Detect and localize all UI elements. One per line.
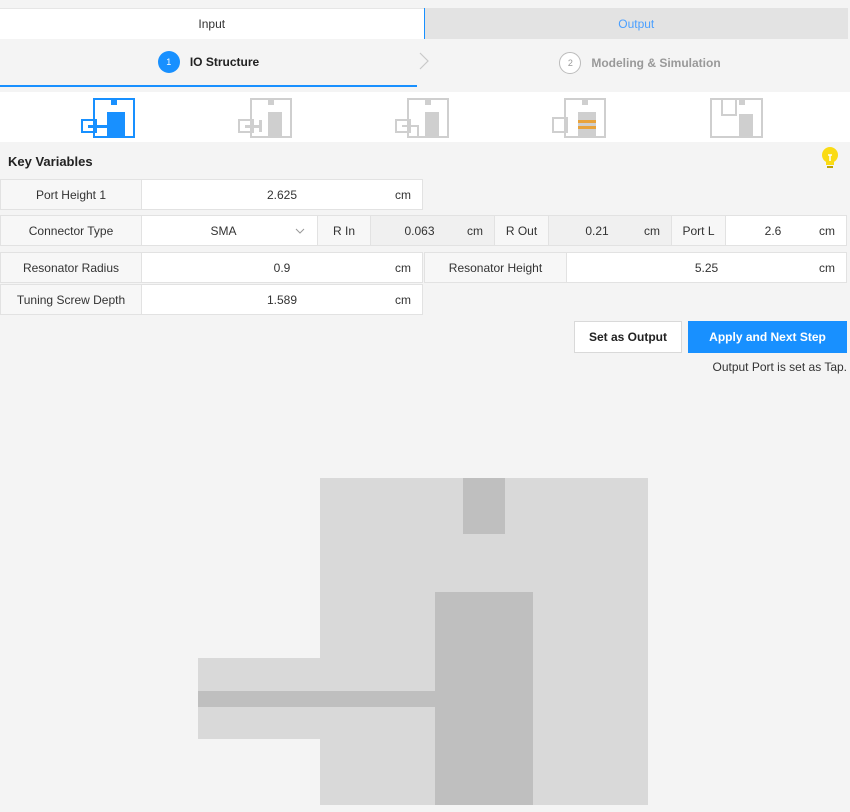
- step-label: IO Structure: [189, 55, 260, 69]
- tab-input[interactable]: Input: [0, 8, 424, 39]
- resonator: [435, 592, 533, 805]
- r-out-field[interactable]: 0.21 cm: [548, 215, 672, 246]
- unit-label: cm: [644, 223, 660, 238]
- r-in-label: R In: [317, 215, 371, 246]
- step-number: 1: [157, 51, 180, 73]
- port-l-value: 2.6: [764, 223, 782, 238]
- unit-label: cm: [819, 223, 835, 238]
- step-modeling-simulation[interactable]: 2 Modeling & Simulation: [430, 39, 850, 87]
- resonator-radius-input[interactable]: 0.9 cm: [141, 252, 423, 283]
- r-out-label: R Out: [494, 215, 549, 246]
- unit-label: cm: [395, 260, 411, 275]
- status-note: Output Port is set as Tap.: [712, 360, 847, 374]
- connector-type-select[interactable]: SMA: [141, 215, 318, 246]
- resonator-height-value: 5.25: [694, 260, 719, 275]
- r-out-value: 0.21: [585, 223, 609, 238]
- resonator-radius-label: Resonator Radius: [0, 252, 142, 283]
- apply-next-step-button[interactable]: Apply and Next Step: [688, 321, 847, 353]
- top-strip: [0, 0, 850, 8]
- port-height-1-input[interactable]: 2.625 cm: [141, 179, 423, 210]
- tap-structure-icon[interactable]: [80, 96, 136, 140]
- unit-label: cm: [819, 260, 835, 275]
- loop-structure-icon[interactable]: [394, 96, 450, 140]
- section-title: Key Variables: [8, 154, 93, 169]
- tuning-screw-depth-label: Tuning Screw Depth: [0, 284, 142, 315]
- step-io-structure[interactable]: 1 IO Structure: [0, 39, 417, 87]
- resonator-radius-value: 0.9: [273, 260, 291, 275]
- connector-type-value: SMA: [210, 223, 237, 238]
- lightbulb-icon[interactable]: [820, 146, 840, 172]
- unit-label: cm: [395, 292, 411, 307]
- set-as-output-button[interactable]: Set as Output: [574, 321, 682, 353]
- probe-structure-icon[interactable]: [237, 96, 293, 140]
- port-l-input[interactable]: 2.6 cm: [725, 215, 847, 246]
- chevron-down-icon: [295, 228, 305, 234]
- tuning-screw-depth-value: 1.589: [266, 292, 298, 307]
- tab-output[interactable]: Output: [423, 8, 848, 39]
- step-label: Modeling & Simulation: [591, 56, 721, 70]
- tuning-screw-depth-input[interactable]: 1.589 cm: [141, 284, 423, 315]
- io-tabs: Input Output: [0, 8, 848, 39]
- resonator-height-label: Resonator Height: [424, 252, 567, 283]
- structure-preview: [198, 478, 648, 805]
- unit-label: cm: [395, 187, 411, 202]
- r-in-field[interactable]: 0.063 cm: [370, 215, 495, 246]
- unit-label: cm: [467, 223, 483, 238]
- resonator-height-input[interactable]: 5.25 cm: [566, 252, 847, 283]
- tuning-screw: [463, 478, 505, 534]
- r-in-value: 0.063: [404, 223, 435, 238]
- port-height-1-label: Port Height 1: [0, 179, 142, 210]
- disc-structure-icon[interactable]: [551, 96, 607, 140]
- port-l-label: Port L: [671, 215, 726, 246]
- connector-type-label: Connector Type: [0, 215, 142, 246]
- structure-selector: [0, 92, 850, 142]
- tap-line: [198, 691, 435, 707]
- step-number: 2: [559, 52, 582, 74]
- chevron-right-icon: [419, 52, 429, 70]
- step-structure-icon[interactable]: [708, 96, 764, 140]
- stepper: 1 IO Structure 2 Modeling & Simulation: [0, 39, 850, 87]
- port-height-1-value: 2.625: [266, 187, 298, 202]
